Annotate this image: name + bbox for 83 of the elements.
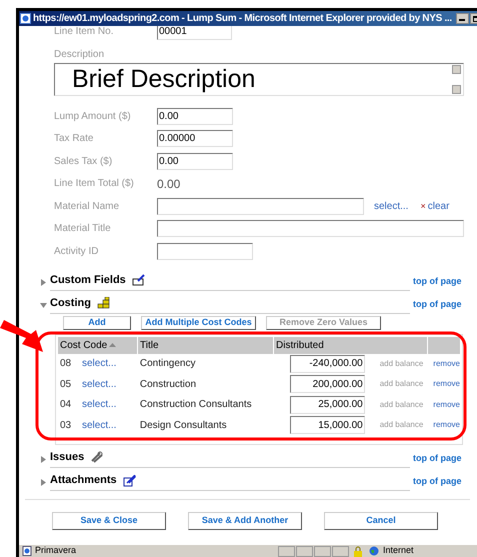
- top-of-page-link[interactable]: top of page: [413, 275, 462, 288]
- field-label: Description: [54, 48, 106, 62]
- select-link[interactable]: select...: [82, 376, 138, 392]
- distributed-field[interactable]: -240,000.00: [290, 354, 365, 373]
- distributed-field[interactable]: 15,000.00: [290, 416, 365, 434]
- top-of-page-link[interactable]: top of page: [413, 475, 462, 488]
- expand-toggle-icon[interactable]: [38, 278, 48, 288]
- input-field[interactable]: [157, 198, 364, 215]
- collapse-toggle-icon[interactable]: [38, 300, 48, 310]
- status-pane: [278, 546, 295, 556]
- remove-link[interactable]: remove: [433, 378, 460, 390]
- wrench-icon: [90, 451, 104, 464]
- field-label: Material Title: [54, 222, 112, 236]
- input-field[interactable]: 0.00: [157, 108, 233, 125]
- field-label: Line Item Total ($): [54, 177, 135, 192]
- field-label: Tax Rate: [54, 132, 94, 146]
- scroll-up-button[interactable]: [452, 65, 461, 74]
- select-link[interactable]: select...: [82, 397, 138, 412]
- table-cell-text: 04: [59, 398, 72, 412]
- clear-link[interactable]: × clear: [420, 198, 450, 214]
- expand-toggle-icon[interactable]: [38, 478, 48, 488]
- minimize-button[interactable]: [456, 13, 469, 24]
- section-title[interactable]: Costing: [50, 295, 91, 312]
- close-icon: ×: [420, 200, 426, 213]
- field-label: Lump Amount ($): [54, 110, 132, 124]
- section-title[interactable]: Custom Fields: [50, 272, 126, 288]
- table-cell-text: Construction Consultants: [138, 398, 253, 412]
- paperclip-icon: [122, 474, 136, 487]
- column-header[interactable]: Title: [138, 336, 274, 354]
- table-cell-text: Design Consultants: [138, 418, 228, 433]
- add-balance-link[interactable]: add balance: [380, 398, 424, 411]
- costing-button[interactable]: Add: [63, 316, 131, 330]
- footer-button[interactable]: Save & Add Another: [188, 512, 302, 530]
- field-label: Activity ID: [54, 244, 100, 259]
- column-header[interactable]: Distributed: [274, 336, 428, 354]
- remove-link[interactable]: remove: [433, 358, 460, 370]
- input-field[interactable]: [157, 220, 464, 238]
- globe-icon: [369, 546, 379, 556]
- expand-toggle-icon[interactable]: [38, 454, 48, 464]
- zone-text: Internet: [383, 544, 414, 557]
- status-pane: [296, 546, 313, 556]
- footer-button[interactable]: Save & Close: [52, 512, 166, 530]
- top-of-page-link[interactable]: top of page: [413, 298, 462, 312]
- section-title[interactable]: Issues: [50, 449, 84, 466]
- status-pane: [314, 546, 331, 556]
- field-label: Material Name: [54, 200, 120, 214]
- top-of-page-link[interactable]: top of page: [413, 452, 462, 466]
- pointer-arrow: [0, 320, 44, 354]
- input-field[interactable]: 0.00000: [157, 130, 233, 148]
- line-item-field[interactable]: 00001: [157, 26, 232, 40]
- input-field[interactable]: [157, 242, 253, 260]
- table-cell-text: 03: [59, 418, 72, 433]
- distributed-field[interactable]: 25,000.00: [290, 396, 365, 414]
- select-link[interactable]: select...: [82, 418, 138, 433]
- field-label: Line Item No.: [54, 26, 114, 38]
- add-balance-link[interactable]: add balance: [380, 419, 424, 432]
- distributed-field[interactable]: 200,000.00: [290, 375, 365, 394]
- select-link[interactable]: select...: [82, 356, 138, 372]
- lock-icon: [353, 546, 363, 556]
- window-title: https://ew01.myloadspring2.com - Lump Sum - Microsoft Internet Explorer provided by NYS ...: [33, 12, 452, 26]
- scroll-down-button[interactable]: [452, 85, 461, 94]
- select-link[interactable]: select...: [374, 198, 408, 214]
- column-header[interactable]: Cost Code: [58, 336, 138, 354]
- status-pane: [332, 546, 349, 556]
- add-balance-link[interactable]: add balance: [380, 378, 424, 390]
- costing-button[interactable]: Add Multiple Cost Codes: [141, 316, 256, 330]
- total-value: 0.00: [157, 176, 180, 193]
- description-field[interactable]: Brief Description: [54, 63, 464, 96]
- browser-icon: [20, 13, 31, 24]
- table-cell-text: Contingency: [138, 357, 196, 372]
- remove-link[interactable]: remove: [433, 419, 460, 432]
- add-balance-link[interactable]: add balance: [380, 358, 424, 370]
- form-edit-icon: [132, 274, 146, 286]
- status-text: Primavera: [35, 544, 78, 557]
- table-cell-text: 08: [59, 357, 72, 372]
- section-title[interactable]: Attachments: [50, 472, 117, 488]
- input-field[interactable]: 0.00: [157, 152, 233, 170]
- table-cell-text: Construction: [138, 378, 198, 392]
- table-cell-text: 05: [59, 378, 72, 392]
- field-label: Sales Tax ($): [54, 154, 114, 169]
- footer-button[interactable]: Cancel: [324, 512, 438, 530]
- coins-icon: [96, 297, 111, 310]
- remove-link[interactable]: remove: [433, 398, 460, 411]
